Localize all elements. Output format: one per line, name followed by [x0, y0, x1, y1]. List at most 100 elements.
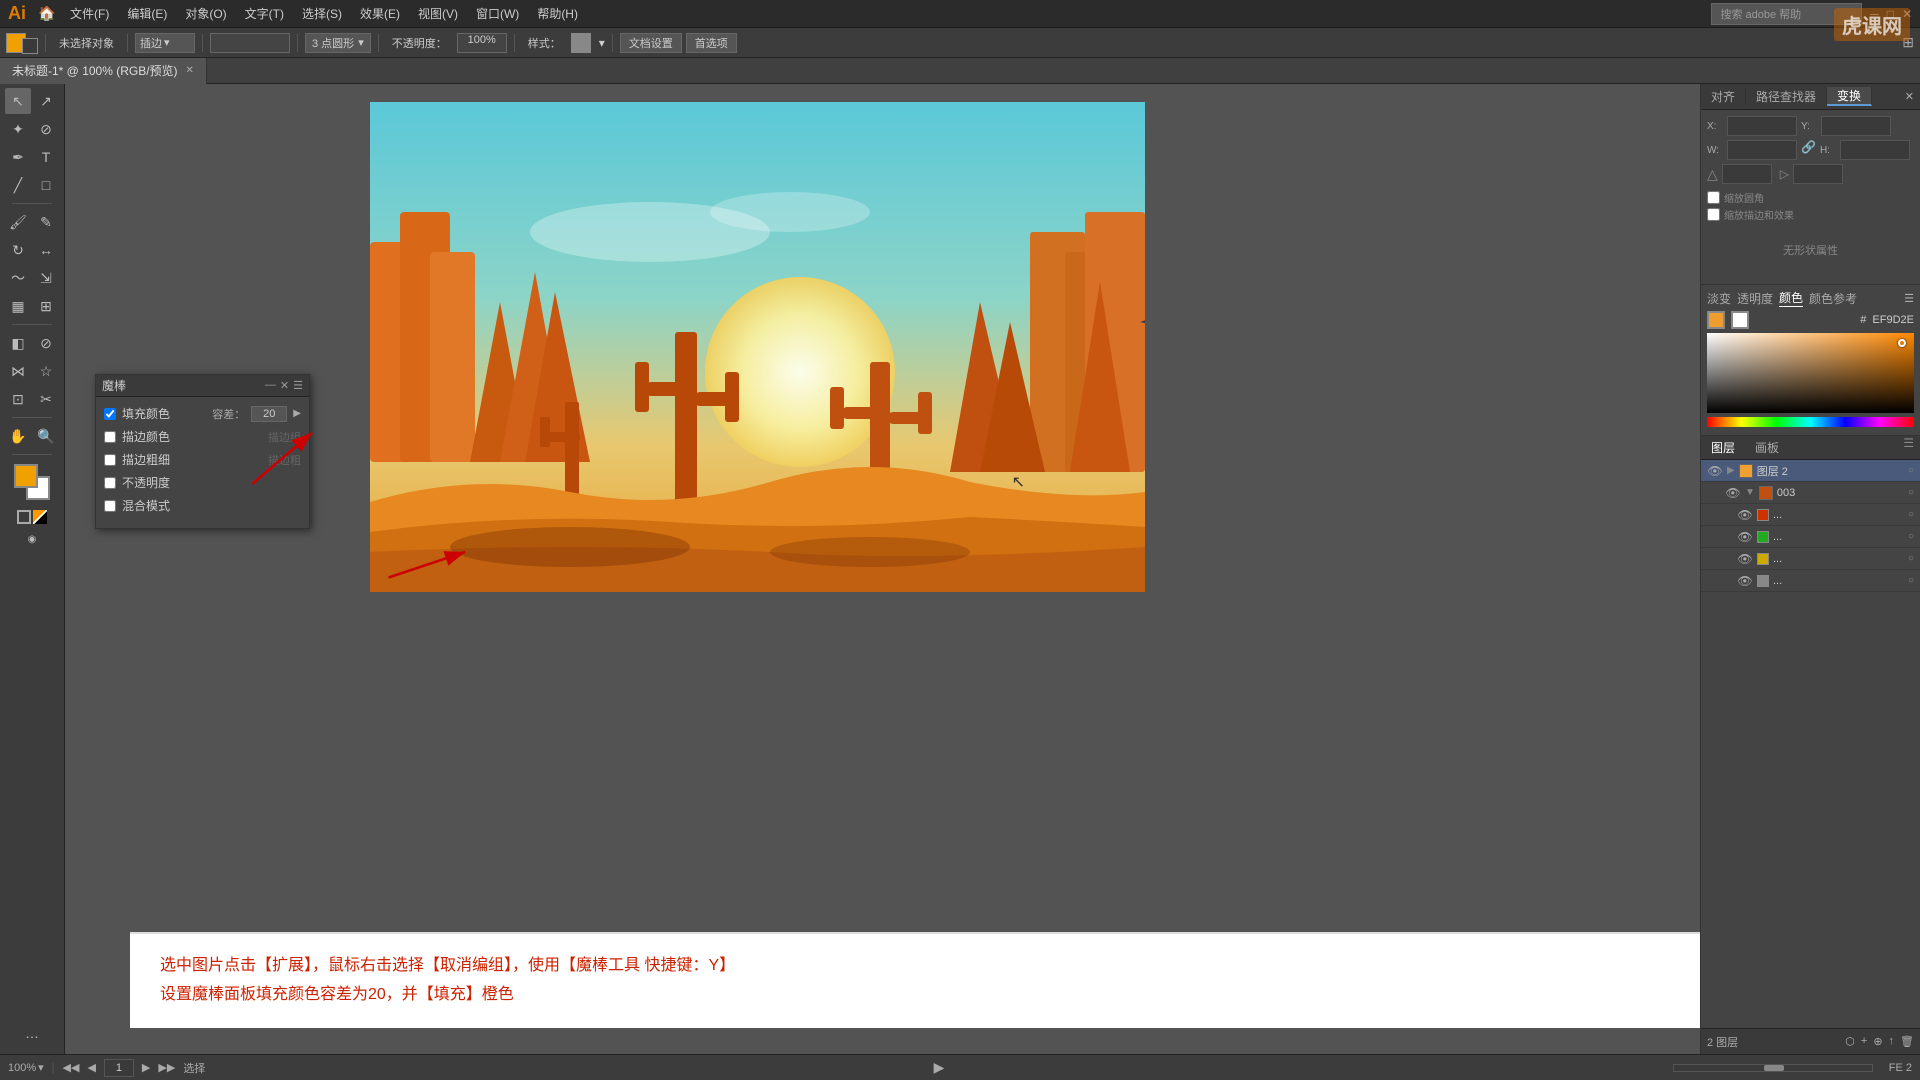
layer-target-icon[interactable]: ○ [1908, 575, 1914, 586]
stroke-width-checkbox[interactable] [104, 454, 116, 466]
page-next-icon[interactable]: ▶▶ [158, 1061, 175, 1074]
move-to-layer-icon[interactable]: ↑ [1889, 1035, 1895, 1048]
fg-color-swatch[interactable] [14, 464, 38, 488]
no-color-icon[interactable] [17, 510, 31, 524]
artboard-tool[interactable]: ⊡ [5, 386, 31, 412]
layer-item-green[interactable]: 👁 ... ○ [1701, 526, 1920, 548]
tab-color-reference[interactable]: 颜色参考 [1809, 290, 1857, 307]
scroll-indicator[interactable] [1673, 1064, 1873, 1072]
magic-wand-tool[interactable]: ✦ [5, 116, 31, 142]
gradient-color-icon[interactable] [33, 510, 47, 524]
style-swatch[interactable] [571, 33, 591, 53]
layer-target-icon[interactable]: ○ [1908, 465, 1914, 476]
mesh-tool[interactable]: ⊞ [33, 293, 59, 319]
tab-align[interactable]: 对齐 [1701, 88, 1746, 105]
layer-target-icon[interactable]: ○ [1908, 531, 1914, 542]
panel-menu-icon[interactable]: ☰ [293, 379, 303, 392]
layer-target-icon[interactable]: ○ [1908, 509, 1914, 520]
delete-layer-icon[interactable]: 🗑 [1900, 1035, 1914, 1048]
hue-bar[interactable] [1707, 417, 1914, 427]
angle-field[interactable] [1722, 164, 1772, 184]
layer-eye-icon[interactable]: 👁 [1737, 508, 1753, 522]
bg-color-display[interactable] [1731, 311, 1749, 329]
tab-transparency[interactable]: 透明度 [1737, 290, 1773, 307]
rotate-tool[interactable]: ↻ [5, 237, 31, 263]
layer-eye-icon[interactable]: 👁 [1725, 486, 1741, 500]
opacity-checkbox[interactable] [104, 477, 116, 489]
home-icon[interactable]: 🏠 [34, 1, 60, 27]
x-field[interactable] [1727, 116, 1797, 136]
layer-eye-icon[interactable]: 👁 [1737, 530, 1753, 544]
tab-layers[interactable]: 图层 [1701, 436, 1745, 459]
panel-close-icon[interactable]: ✕ [280, 379, 289, 392]
scale-corners-checkbox[interactable] [1707, 191, 1720, 204]
stroke-color-checkbox[interactable] [104, 431, 116, 443]
lock-proportions-icon[interactable]: 🔗 [1801, 140, 1816, 160]
layer-item-red[interactable]: 👁 ... ○ [1701, 504, 1920, 526]
panel-options-icon[interactable]: ☰ [1904, 292, 1914, 305]
warp-tool[interactable]: 〜 [5, 265, 31, 291]
toolbar-input[interactable] [210, 33, 290, 53]
preferences-button[interactable]: 首选项 [686, 33, 737, 53]
right-panel-close[interactable]: ✕ [1905, 90, 1914, 103]
select-tool[interactable]: ↖ [5, 88, 31, 114]
layer-eye-icon[interactable]: 👁 [1707, 464, 1723, 478]
tab-pathfinder[interactable]: 路径查找器 [1746, 88, 1827, 105]
style-dropdown[interactable]: ▾ [599, 36, 605, 50]
menu-edit[interactable]: 编辑(E) [119, 3, 175, 24]
color-picker-gradient[interactable] [1707, 333, 1914, 413]
zoom-level[interactable]: 100% ▾ [8, 1061, 44, 1074]
shear-field[interactable] [1793, 164, 1843, 184]
more-tools-icon[interactable]: … [19, 1020, 45, 1046]
gradient-tool[interactable]: ◧ [5, 330, 31, 356]
lasso-tool[interactable]: ⊘ [33, 116, 59, 142]
blend-tool[interactable]: ⋈ [5, 358, 31, 384]
symbol-tool[interactable]: ☆ [33, 358, 59, 384]
tool-mode-dropdown[interactable]: 插边 ▾ [135, 33, 195, 53]
tab-close-icon[interactable]: ✕ [186, 65, 194, 76]
drawing-mode-icon[interactable]: ◉ [19, 526, 45, 552]
new-layer-icon[interactable]: + [1861, 1035, 1867, 1048]
scale-tool[interactable]: ⇲ [33, 265, 59, 291]
fill-color-checkbox[interactable] [104, 408, 116, 420]
menu-view[interactable]: 视图(V) [410, 3, 466, 24]
shape-tool[interactable]: □ [33, 172, 59, 198]
menu-window[interactable]: 窗口(W) [468, 3, 527, 24]
stroke-color-swatch[interactable] [22, 38, 38, 54]
layer-target-icon[interactable]: ○ [1908, 487, 1914, 498]
page-prev-icon[interactable]: ◀◀ [63, 1061, 80, 1074]
fg-color-display[interactable] [1707, 311, 1725, 329]
zoom-tool[interactable]: 🔍 [33, 423, 59, 449]
y-field[interactable] [1821, 116, 1891, 136]
make-clipping-icon[interactable]: ⬡ [1845, 1035, 1855, 1048]
menu-text[interactable]: 文字(T) [237, 3, 292, 24]
h-field[interactable] [1840, 140, 1910, 160]
pencil-tool[interactable]: ✎ [33, 209, 59, 235]
layer-item-yellow[interactable]: 👁 ... ○ [1701, 548, 1920, 570]
tab-transform[interactable]: 变换 [1827, 87, 1872, 106]
menu-help[interactable]: 帮助(H) [529, 3, 586, 24]
type-tool[interactable]: T [33, 144, 59, 170]
scale-strokes-checkbox[interactable] [1707, 208, 1720, 221]
play-icon[interactable]: ▶ [934, 1059, 945, 1076]
page-number-input[interactable] [104, 1059, 134, 1077]
graph-tool[interactable]: ▦ [5, 293, 31, 319]
layers-menu-icon[interactable]: ☰ [1903, 436, 1920, 459]
eyedropper-tool[interactable]: ⊘ [33, 330, 59, 356]
w-field[interactable] [1727, 140, 1797, 160]
fill-tolerance-value[interactable]: 20 [251, 406, 287, 422]
paintbrush-tool[interactable]: 🖌 [5, 209, 31, 235]
fill-tolerance-arrow[interactable]: ▶ [293, 408, 301, 419]
layer-expand-icon[interactable]: ▶ [1727, 465, 1735, 476]
layer-item-003[interactable]: 👁 ▼ 003 ○ [1701, 482, 1920, 504]
menu-file[interactable]: 文件(F) [62, 3, 117, 24]
direct-select-tool[interactable]: ↗ [33, 88, 59, 114]
menu-object[interactable]: 对象(O) [177, 3, 234, 24]
layer-target-icon[interactable]: ○ [1908, 553, 1914, 564]
layer-item-layer2[interactable]: 👁 ▶ 图层 2 ○ [1701, 460, 1920, 482]
pen-tool[interactable]: ✒ [5, 144, 31, 170]
new-sublayer-icon[interactable]: ⊕ [1873, 1035, 1882, 1048]
line-tool[interactable]: ╱ [5, 172, 31, 198]
panel-collapse-icon[interactable]: — [265, 379, 276, 392]
page-next-one-icon[interactable]: ▶ [142, 1061, 150, 1074]
